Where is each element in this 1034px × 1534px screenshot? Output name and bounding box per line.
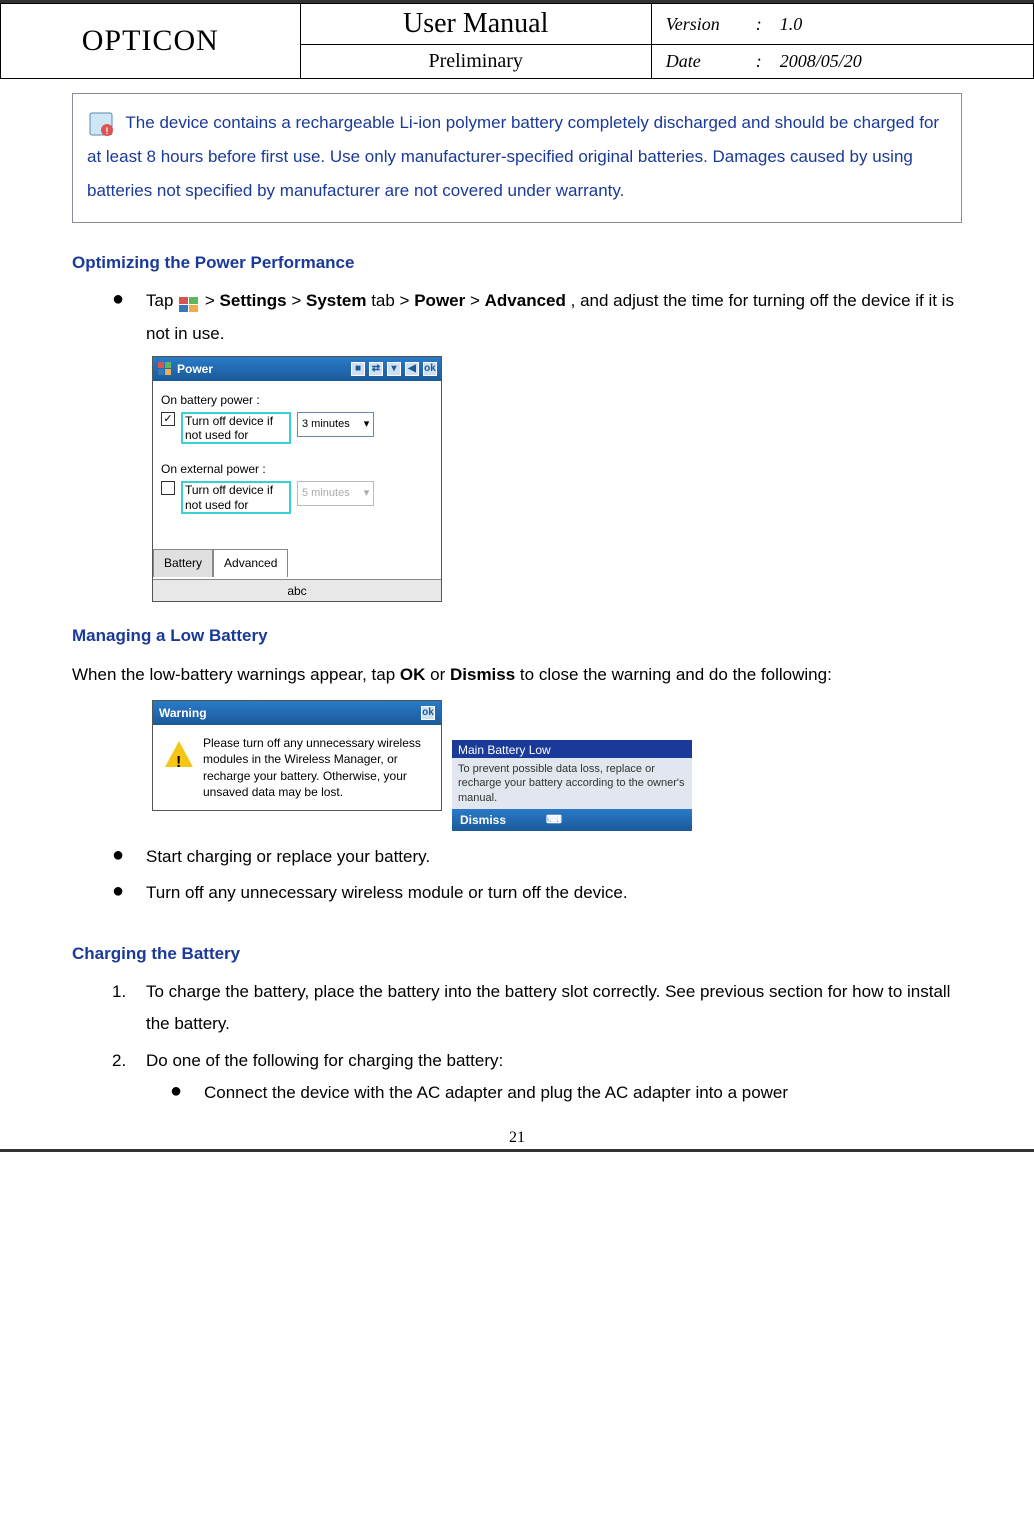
bullet-icon: ● <box>112 841 146 873</box>
low-intro: When the low-battery warnings appear, ta… <box>72 658 962 692</box>
dismiss-word: Dismiss <box>450 665 515 684</box>
bullet-icon: ● <box>112 285 146 350</box>
page-number: 21 <box>0 1129 1034 1147</box>
note-text: The device contains a rechargeable Li-io… <box>87 113 939 200</box>
battery-timeout-select[interactable]: 3 minutes ▾ <box>297 412 374 437</box>
toast-title: Main Battery Low <box>452 740 692 758</box>
doc-header: OPTICON User Manual Version : 1.0 Prelim… <box>0 3 1034 79</box>
select-value: 5 minutes <box>302 483 350 504</box>
warning-triangle-icon <box>165 741 193 767</box>
tab-advanced[interactable]: Advanced <box>213 549 288 577</box>
text-frag: When the low-battery warnings appear, ta… <box>72 665 400 684</box>
bullet-icon: ● <box>170 1077 204 1109</box>
low-bullet-2: Turn off any unnecessary wireless module… <box>146 877 962 909</box>
list-number: 2. <box>112 1045 146 1110</box>
window-title: Power <box>177 358 213 381</box>
brand-cell: OPTICON <box>1 4 301 79</box>
keyboard-icon[interactable]: ⌨ <box>546 810 562 831</box>
doc-title: User Manual <box>311 8 641 40</box>
external-turnoff-label: Turn off device if not used for <box>181 481 291 514</box>
warning-title: Warning <box>159 702 207 725</box>
power-settings-screenshot: Power ■ ⇄ ▾ ◀ ok On battery power : ✓ Tu… <box>152 356 442 602</box>
tab-bar: Battery Advanced <box>153 549 441 577</box>
ok-button[interactable]: ok <box>423 362 437 376</box>
section-low-battery: Managing a Low Battery <box>72 620 962 652</box>
toast-body: To prevent possible data loss, replace o… <box>452 758 692 809</box>
window-titlebar: Power ■ ⇄ ▾ ◀ ok <box>153 357 441 381</box>
external-turnoff-checkbox[interactable] <box>161 481 175 495</box>
text-frag: or <box>430 665 450 684</box>
sync-icon[interactable]: ⇄ <box>369 362 383 376</box>
date-label: Date <box>666 51 746 72</box>
text-frag: > <box>291 291 306 310</box>
external-power-label: On external power : <box>161 458 433 481</box>
path-advanced: Advanced <box>485 291 566 310</box>
version-value: 1.0 <box>780 14 803 35</box>
battery-turnoff-label: Turn off device if not used for <box>181 412 291 445</box>
battery-power-label: On battery power : <box>161 389 433 412</box>
section-charging: Charging the Battery <box>72 938 962 970</box>
path-power: Power <box>414 291 465 310</box>
text-frag: Tap <box>146 291 178 310</box>
warning-dialog-screenshot: Warning ok Please turn off any unnecessa… <box>152 700 442 811</box>
battery-turnoff-checkbox[interactable]: ✓ <box>161 412 175 426</box>
text-frag: > <box>470 291 485 310</box>
info-warning-icon: ! <box>87 110 115 138</box>
path-settings: Settings <box>220 291 287 310</box>
charge-sub-1: Connect the device with the AC adapter a… <box>204 1077 788 1109</box>
date-value: 2008/05/20 <box>780 51 862 72</box>
battery-low-toast: Main Battery Low To prevent possible dat… <box>452 740 692 831</box>
bullet-icon: ● <box>112 877 146 909</box>
status-icon[interactable]: ■ <box>351 362 365 376</box>
chevron-down-icon: ▾ <box>364 414 370 435</box>
subtitle-cell: Preliminary <box>300 45 651 79</box>
text-frag: tab > <box>371 291 414 310</box>
section-optimizing: Optimizing the Power Performance <box>72 247 962 279</box>
version-cell: Version : 1.0 <box>651 4 1033 45</box>
tab-battery[interactable]: Battery <box>153 549 213 577</box>
ok-word: OK <box>400 665 426 684</box>
charge-step-2: Do one of the following for charging the… <box>146 1045 962 1110</box>
list-number: 1. <box>112 976 146 1041</box>
dismiss-button[interactable]: Dismiss <box>460 809 506 832</box>
warranty-note: ! The device contains a rechargeable Li-… <box>72 93 962 223</box>
date-cell: Date : 2008/05/20 <box>651 45 1033 79</box>
warning-body-text: Please turn off any unnecessary wireless… <box>203 735 429 800</box>
chevron-down-icon: ▾ <box>364 483 370 504</box>
opt-text: Tap > Settings > System tab > Power > Ad… <box>146 285 962 350</box>
external-timeout-select[interactable]: 5 minutes ▾ <box>297 481 374 506</box>
volume-icon[interactable]: ◀ <box>405 362 419 376</box>
charge-step-1: To charge the battery, place the battery… <box>146 976 962 1041</box>
svg-text:!: ! <box>106 126 109 136</box>
text-frag: > <box>205 291 220 310</box>
title-cell: User Manual <box>300 4 651 45</box>
text-frag: to close the warning and do the followin… <box>520 665 832 684</box>
low-bullet-1: Start charging or replace your battery. <box>146 841 962 873</box>
signal-icon[interactable]: ▾ <box>387 362 401 376</box>
path-system: System <box>306 291 366 310</box>
windows-start-icon[interactable] <box>157 361 173 377</box>
opt-bullet: ● Tap > Settings > System tab > Power > … <box>112 285 962 350</box>
keyboard-bar[interactable]: abc <box>153 579 441 601</box>
ok-button[interactable]: ok <box>421 706 435 720</box>
select-value: 3 minutes <box>302 414 350 435</box>
text-frag: Do one of the following for charging the… <box>146 1051 503 1070</box>
windows-start-icon <box>178 293 200 311</box>
doc-subtitle: Preliminary <box>311 50 641 73</box>
version-label: Version <box>666 14 746 35</box>
